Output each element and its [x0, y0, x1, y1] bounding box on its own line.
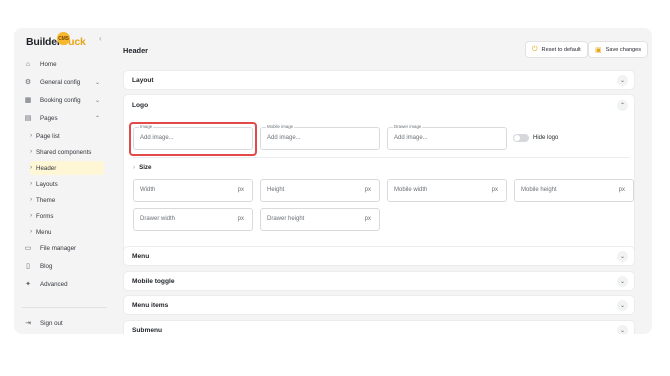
- sidebar-item-pages[interactable]: ▤ Pages ⌃: [22, 111, 104, 125]
- sidebar-subitem-page-list[interactable]: › Page list: [30, 129, 104, 143]
- brand-name: Builder: [26, 36, 61, 48]
- sign-out-icon: ⇥: [25, 320, 31, 327]
- hide-logo-toggle[interactable]: [513, 134, 529, 142]
- sidebar-item-advanced[interactable]: ✦ Advanced: [22, 277, 104, 291]
- sidebar-item-home[interactable]: ⌂ Home: [22, 57, 104, 71]
- chevron-down-icon: ⌄: [94, 97, 100, 104]
- sidebar-item-general-config[interactable]: ⚙ General config ⌄: [22, 75, 104, 89]
- table-icon: ▤: [24, 115, 32, 122]
- brand-logo[interactable]: Builder Duck CMS: [26, 32, 86, 52]
- chevron-right-icon: ›: [30, 229, 32, 235]
- section-title: Menu: [132, 253, 150, 260]
- sign-out-button[interactable]: ⇥ Sign out: [22, 316, 104, 330]
- section-title: Mobile toggle: [132, 278, 175, 285]
- section-menu-items[interactable]: Menu items ⌄: [123, 295, 635, 315]
- chevron-down-icon[interactable]: ⌄: [617, 276, 628, 287]
- section-title: Logo: [132, 102, 149, 109]
- sidebar-subitem-forms[interactable]: › Forms: [30, 209, 104, 223]
- chevron-right-icon: ›: [133, 164, 136, 171]
- main-content: Header ⏻ Reset to default ▣ Save changes…: [111, 28, 652, 334]
- collapse-sidebar-icon[interactable]: ‹: [99, 34, 102, 43]
- reset-icon: ⏻: [532, 45, 538, 53]
- sidebar-item-blog[interactable]: ▯ Blog: [22, 259, 104, 273]
- section-logo: Logo ⌃ Image Add image... Mobile image A…: [123, 94, 635, 262]
- sidebar-subitem-header[interactable]: › Header: [30, 161, 104, 175]
- drawer-width-field[interactable]: Drawer width px: [133, 208, 253, 231]
- section-mobile-toggle[interactable]: Mobile toggle ⌄: [123, 271, 635, 291]
- save-icon: ▣: [595, 46, 602, 54]
- drawer-height-field[interactable]: Drawer height px: [260, 208, 380, 231]
- calendar-icon: ▦: [24, 97, 32, 104]
- height-field[interactable]: Height px: [260, 179, 380, 202]
- chevron-right-icon: ›: [30, 149, 32, 155]
- section-title: Submenu: [132, 327, 163, 334]
- chevron-right-icon: ›: [30, 197, 32, 203]
- hide-logo-label: Hide logo: [533, 135, 559, 141]
- chevron-right-icon: ›: [30, 181, 32, 187]
- chevron-up-icon[interactable]: ⌃: [617, 100, 628, 111]
- section-title: Menu items: [132, 302, 169, 309]
- save-changes-button[interactable]: ▣ Save changes: [588, 41, 649, 58]
- mobile-width-field[interactable]: Mobile width px: [387, 179, 507, 202]
- chevron-right-icon: ›: [30, 165, 32, 171]
- drawer-image-field[interactable]: Drawer image Add image...: [387, 124, 507, 150]
- sidebar-subitem-theme[interactable]: › Theme: [30, 193, 104, 207]
- section-title: Layout: [132, 77, 154, 84]
- section-menu[interactable]: Menu ⌄: [123, 246, 635, 266]
- sidebar-subitem-menu[interactable]: › Menu: [30, 225, 104, 239]
- width-field[interactable]: Width px: [133, 179, 253, 202]
- chevron-down-icon[interactable]: ⌄: [617, 251, 628, 262]
- brand-badge: CMS: [57, 32, 70, 45]
- chevron-down-icon[interactable]: ⌄: [617, 325, 628, 334]
- section-layout[interactable]: Layout ⌄: [123, 70, 635, 90]
- chevron-down-icon: ⌄: [94, 79, 100, 86]
- chevron-down-icon[interactable]: ⌄: [617, 300, 628, 311]
- home-icon: ⌂: [25, 60, 31, 68]
- sidebar-divider: [22, 307, 107, 308]
- sidebar-subitem-shared-components[interactable]: › Shared components: [30, 145, 104, 159]
- document-icon: ▯: [26, 263, 30, 270]
- chevron-right-icon: ›: [30, 213, 32, 219]
- divider: [133, 157, 629, 158]
- reset-to-default-button[interactable]: ⏻ Reset to default: [525, 41, 588, 58]
- advanced-icon: ✦: [25, 281, 31, 288]
- highlight-frame: [129, 122, 257, 156]
- sidebar-item-file-manager[interactable]: ▭ File manager: [22, 241, 104, 255]
- app-window: Builder Duck CMS ‹ ⌂ Home ⚙ General conf…: [14, 28, 652, 334]
- folder-icon: ▭: [24, 245, 32, 252]
- gear-icon: ⚙: [24, 79, 32, 86]
- chevron-right-icon: ›: [30, 133, 32, 139]
- sidebar-subitem-layouts[interactable]: › Layouts: [30, 177, 104, 191]
- sidebar: Builder Duck CMS ‹ ⌂ Home ⚙ General conf…: [14, 28, 111, 334]
- mobile-image-field[interactable]: Mobile image Add image...: [260, 124, 380, 150]
- sidebar-item-booking-config[interactable]: ▦ Booking config ⌄: [22, 93, 104, 107]
- page-title: Header: [123, 46, 149, 55]
- section-submenu[interactable]: Submenu ⌄: [123, 320, 635, 334]
- chevron-down-icon[interactable]: ⌄: [617, 75, 628, 86]
- size-toggle[interactable]: › Size: [133, 164, 151, 171]
- mobile-height-field[interactable]: Mobile height px: [514, 179, 634, 202]
- chevron-up-icon: ⌃: [94, 115, 100, 122]
